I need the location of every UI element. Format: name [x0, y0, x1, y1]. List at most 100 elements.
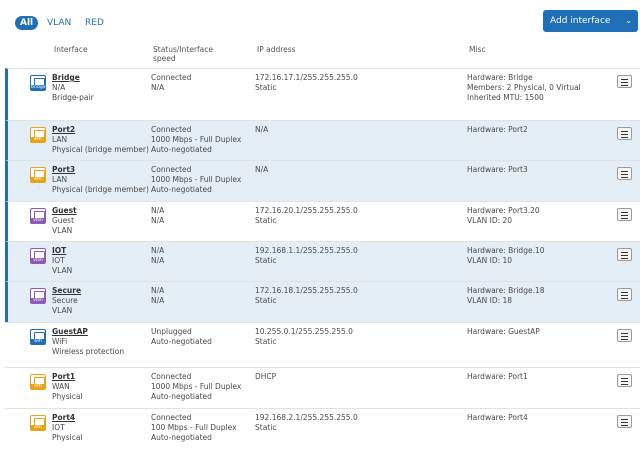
status-cell-line: Connected	[151, 73, 192, 82]
menu-icon-bar	[621, 82, 628, 83]
interface-name-link[interactable]: Port3	[52, 165, 149, 175]
row-menu-button[interactable]	[617, 208, 632, 221]
menu-icon-bar	[621, 174, 628, 175]
status-cell: Connected N/A	[151, 73, 191, 93]
filter-vlan-tab[interactable]: VLAN	[47, 16, 71, 30]
menu-icon-bar	[621, 252, 628, 253]
misc-cell-line: Inherited MTU: 1500	[467, 93, 544, 102]
ip-cell: 172.16.17.1/255.255.255.0 Static	[255, 73, 358, 93]
row-menu-button[interactable]	[617, 127, 632, 140]
misc-cell-line: Hardware: Bridge.10	[467, 246, 545, 255]
menu-icon-bar	[621, 79, 628, 80]
menu-icon-bar	[621, 85, 628, 86]
interface-type: Physical (bridge member)	[52, 185, 149, 194]
ip-cell-line: 172.16.17.1/255.255.255.0	[255, 73, 358, 82]
row-menu-button[interactable]	[617, 415, 632, 428]
column-header-status: Status/Interface speed	[153, 45, 214, 63]
status-cell-line: 1000 Mbps - Full Duplex	[151, 135, 242, 144]
ip-cell-line: Static	[255, 423, 277, 432]
menu-icon-bar	[621, 339, 628, 340]
interface-name-link[interactable]: Port2	[52, 125, 149, 135]
menu-icon-bar	[621, 292, 628, 293]
icon-label: bridge	[31, 85, 46, 90]
misc-cell: Hardware: Port3	[467, 165, 528, 175]
menu-icon-bar	[621, 171, 628, 172]
status-cell-line: N/A	[151, 296, 165, 305]
misc-cell-line: Hardware: Port3	[467, 165, 528, 174]
ip-cell: DHCP	[255, 372, 276, 382]
misc-cell-line: VLAN ID: 20	[467, 216, 513, 225]
icon-label: vlan	[31, 218, 45, 223]
interface-name-cell: Port2 LAN Physical (bridge member)	[52, 125, 149, 155]
interface-type: VLAN	[52, 226, 73, 235]
icon-label: eth	[31, 384, 45, 389]
status-cell-line: 1000 Mbps - Full Duplex	[151, 175, 242, 184]
misc-cell-line: Hardware: Port2	[467, 125, 528, 134]
interface-name-link[interactable]: Port4	[52, 413, 83, 423]
status-cell-line: N/A	[151, 83, 165, 92]
interface-zone: Guest	[52, 216, 75, 225]
status-cell: Connected 1000 Mbps - Full Duplex Auto-neg…	[151, 125, 241, 155]
interface-type: VLAN	[52, 266, 73, 275]
interface-zone: IOT	[52, 423, 65, 432]
interface-name-link[interactable]: Guest	[52, 206, 77, 216]
menu-icon-bar	[621, 378, 628, 379]
status-cell: N/A N/A	[151, 206, 164, 226]
interface-zone: Secure	[52, 296, 78, 305]
ip-cell: 192.168.2.1/255.255.255.0 Static	[255, 413, 358, 433]
icon-label: wifi	[31, 339, 45, 344]
ip-cell-line: Static	[255, 216, 277, 225]
interface-type: VLAN	[52, 306, 73, 315]
interface-type: Bridge-pair	[52, 93, 94, 102]
status-cell: Connected 100 Mbps - Full Duplex Auto-nego…	[151, 413, 237, 443]
interface-name-cell: Port1 WAN Physical	[52, 372, 83, 402]
misc-cell: Hardware: Port3.20 VLAN ID: 20	[467, 206, 540, 226]
row-menu-button[interactable]	[617, 374, 632, 387]
status-cell: Unplugged Auto-negotiated	[151, 327, 212, 347]
vlan-icon: vlan	[30, 288, 46, 304]
filter-all-tab[interactable]: All	[15, 16, 39, 30]
row-menu-button[interactable]	[617, 167, 632, 180]
menu-icon-bar	[621, 131, 628, 132]
misc-cell-line: Hardware: Port1	[467, 372, 528, 381]
ip-cell-line: 192.168.2.1/255.255.255.0	[255, 413, 358, 422]
ethernet-icon: eth	[30, 415, 46, 431]
status-cell-line: 1000 Mbps - Full Duplex	[151, 382, 242, 391]
interface-name-cell: Bridge N/A Bridge-pair	[52, 73, 94, 103]
ip-cell: N/A	[255, 125, 268, 135]
filter-red-tab[interactable]: RED	[85, 16, 104, 30]
menu-icon-bar	[621, 258, 628, 259]
misc-cell-line: Hardware: Bridge	[467, 73, 533, 82]
interface-name-link[interactable]: Bridge	[52, 73, 94, 83]
interface-name-link[interactable]: IOT	[52, 246, 72, 256]
wifi-icon: wifi	[30, 329, 46, 345]
ip-cell-line: Static	[255, 337, 277, 346]
ip-cell-line: N/A	[255, 125, 269, 134]
icon-label: eth	[31, 137, 45, 142]
row-menu-button[interactable]	[617, 288, 632, 301]
icon-label: eth	[31, 177, 45, 182]
add-interface-label: Add interface	[550, 16, 611, 26]
add-interface-button[interactable]: Add interface ⌄	[543, 10, 638, 32]
interface-name-link[interactable]: Port1	[52, 372, 83, 382]
misc-cell-line: Hardware: Bridge.18	[467, 286, 545, 295]
interface-name-link[interactable]: Secure	[52, 286, 81, 296]
menu-icon-bar	[621, 212, 628, 213]
ethernet-icon: eth	[30, 127, 46, 143]
menu-icon-bar	[621, 295, 628, 296]
vlan-icon: vlan	[30, 248, 46, 264]
menu-icon-bar	[621, 218, 628, 219]
row-menu-button[interactable]	[617, 248, 632, 261]
row-menu-button[interactable]	[617, 329, 632, 342]
ip-cell-line: 10.255.0.1/255.255.255.0	[255, 327, 353, 336]
status-cell-line: Unplugged	[151, 327, 192, 336]
status-cell: Connected 1000 Mbps - Full Duplex Auto-neg…	[151, 165, 241, 195]
menu-icon-bar	[621, 134, 628, 135]
status-cell-line: N/A	[151, 216, 165, 225]
row-menu-button[interactable]	[617, 75, 632, 88]
menu-icon-bar	[621, 419, 628, 420]
interface-name-cell: Secure Secure VLAN	[52, 286, 81, 316]
misc-cell: Hardware: Port1	[467, 372, 528, 382]
interface-name-link[interactable]: GuestAP	[52, 327, 124, 337]
misc-cell: Hardware: Port2	[467, 125, 528, 135]
